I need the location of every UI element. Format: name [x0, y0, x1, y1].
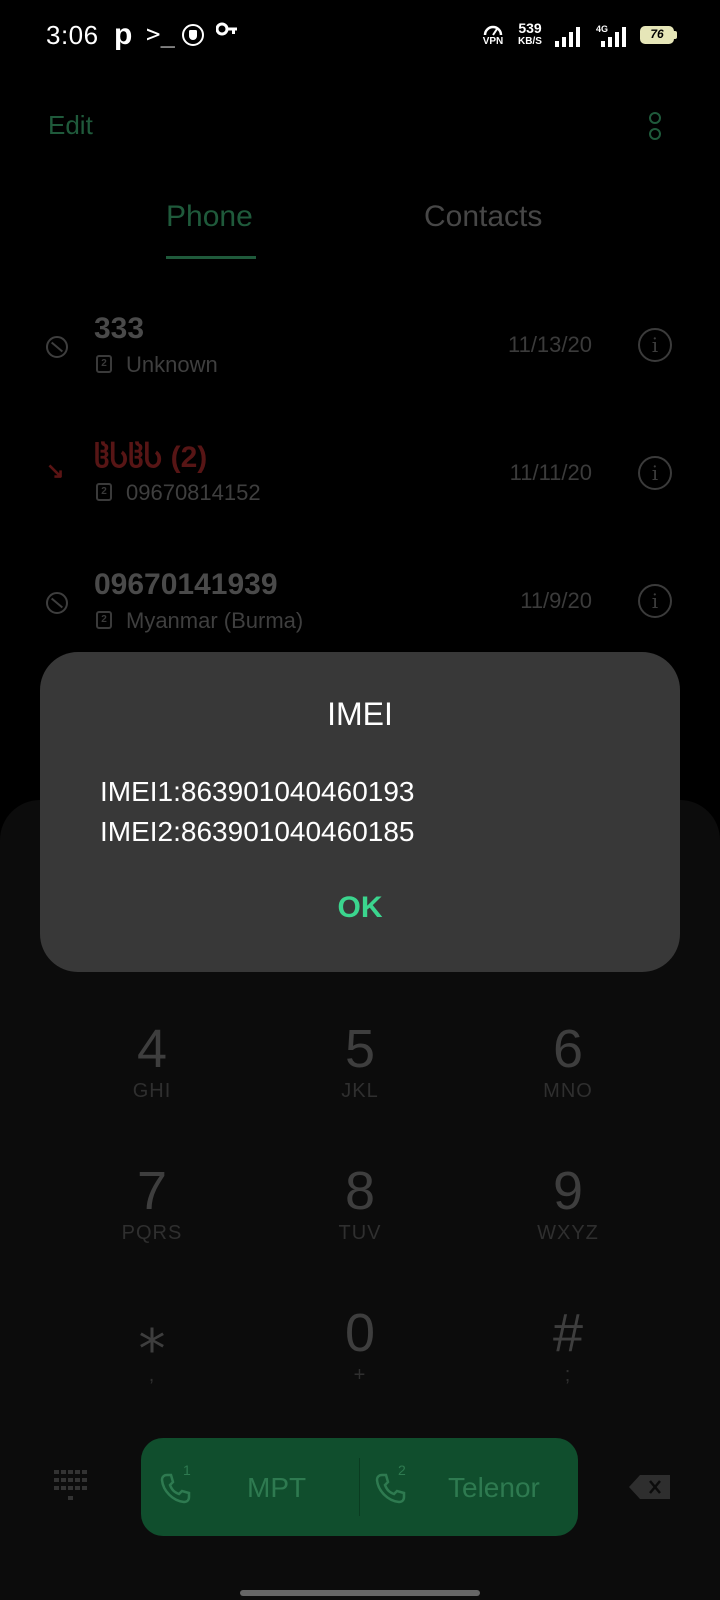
dial-letters: , [148, 1364, 156, 1386]
dial-digit: 4 [136, 1019, 168, 1079]
call-date: 11/11/20 [509, 460, 592, 485]
dial-key-8[interactable]: 8 TUV [260, 1162, 460, 1245]
caller-name: 09670141939 [94, 568, 278, 601]
battery-tip [674, 31, 677, 39]
dialog-title: IMEI [327, 696, 393, 732]
more-options-icon[interactable] [648, 112, 662, 142]
dial-letters: + [353, 1364, 367, 1386]
battery-level: 76 [650, 27, 664, 41]
tab-indicator [166, 256, 256, 259]
parking-app-icon: p [114, 18, 133, 51]
imei1-text: IMEI1:863901040460193 [100, 776, 415, 807]
caller-detail: Unknown [126, 352, 218, 377]
info-icon[interactable]: i [638, 456, 672, 490]
dial-letters: WXYZ [537, 1222, 599, 1244]
network-speed: 539 KB/S [514, 20, 546, 48]
tab-phone[interactable]: Phone [166, 200, 253, 234]
shield-icon [182, 24, 204, 46]
imei2-text: IMEI2:863901040460185 [100, 816, 415, 847]
dial-letters: TUV [338, 1222, 382, 1244]
speed-value: 539 [518, 20, 542, 36]
edit-button[interactable]: Edit [48, 110, 93, 141]
call-sim2-button[interactable]: 2 Telenor [360, 1438, 578, 1536]
dial-key-4[interactable]: 4 GHI [52, 1020, 252, 1103]
blocked-call-icon [46, 336, 68, 358]
caller-name: 333 [94, 312, 145, 345]
dial-digit: 9 [552, 1161, 584, 1221]
dial-letters: MNO [543, 1080, 593, 1102]
dial-digit: 5 [344, 1019, 376, 1079]
dial-letters: PQRS [121, 1222, 183, 1244]
dialpad-toggle-icon[interactable] [54, 1470, 88, 1502]
sim-icon: 2 [96, 611, 112, 629]
terminal-icon: >_ [146, 20, 175, 48]
sim-icon: 2 [96, 483, 112, 501]
dial-letters: ; [564, 1364, 572, 1386]
speed-unit: KB/S [518, 36, 542, 47]
caller-detail: 09670814152 [126, 480, 261, 505]
vpn-label: VPN [482, 36, 504, 47]
dial-letters: JKL [341, 1080, 379, 1102]
dial-digit: 6 [552, 1019, 584, 1079]
info-icon[interactable]: i [638, 584, 672, 618]
status-time: 3:06 [46, 20, 99, 50]
call-sim1-button[interactable]: 1 MPT [141, 1438, 359, 1536]
call-log-row[interactable]: 09670141939 2 Myanmar (Burma) 11/9/20 i [0, 536, 720, 664]
blocked-call-icon [46, 592, 68, 614]
caller-detail: Myanmar (Burma) [126, 608, 304, 633]
call-date: 11/9/20 [520, 588, 592, 613]
imei-dialog: IMEI IMEI1:863901040460193 IMEI2:8639010… [40, 652, 680, 972]
dial-key-9[interactable]: 9 WXYZ [468, 1162, 668, 1245]
sim2-number: 2 [398, 1462, 406, 1478]
ok-button[interactable]: OK [310, 878, 410, 938]
speedometer-icon [483, 25, 503, 36]
backspace-icon[interactable] [628, 1474, 672, 1500]
dial-digit: # [552, 1303, 584, 1363]
home-indicator[interactable] [240, 1590, 480, 1596]
dial-key-hash[interactable]: # ; [468, 1304, 668, 1387]
dial-letters: GHI [132, 1080, 172, 1102]
dial-key-5[interactable]: 5 JKL [260, 1020, 460, 1103]
dial-key-star[interactable]: ⁎ , [52, 1304, 252, 1387]
dial-key-7[interactable]: 7 PQRS [52, 1162, 252, 1245]
dial-digit: 8 [344, 1161, 376, 1221]
sim1-carrier: MPT [247, 1472, 307, 1503]
signal-sim1-icon [555, 27, 580, 47]
dial-key-6[interactable]: 6 MNO [468, 1020, 668, 1103]
call-log-row[interactable]: 333 2 Unknown 11/13/20 i [0, 280, 720, 408]
sim-icon: 2 [96, 355, 112, 373]
tab-contacts[interactable]: Contacts [424, 200, 542, 234]
signal-sim2-icon [601, 27, 626, 47]
call-date: 11/13/20 [507, 332, 592, 357]
vpn-indicator: VPN [480, 24, 506, 47]
dial-digit: 7 [136, 1161, 168, 1221]
dial-digit: ⁎ [138, 1303, 166, 1363]
battery-icon: 76 [640, 26, 674, 44]
caller-name: ჱႱჱႱ (2) [94, 441, 208, 474]
key-icon [216, 22, 237, 36]
missed-call-icon: ↘ [46, 458, 65, 483]
sim1-number: 1 [183, 1462, 191, 1478]
sim2-carrier: Telenor [448, 1472, 540, 1503]
call-log-row[interactable]: ↘ ჱႱჱႱ (2) 2 09670814152 11/11/20 i [0, 408, 720, 536]
status-bar: 3:06 p >_ VPN 539 KB/S 4G 76 [0, 0, 720, 72]
dial-digit: 0 [344, 1303, 376, 1363]
dual-sim-call-bar: 1 MPT 2 Telenor [141, 1438, 578, 1536]
info-icon[interactable]: i [638, 328, 672, 362]
dial-key-0[interactable]: 0 + [260, 1304, 460, 1387]
